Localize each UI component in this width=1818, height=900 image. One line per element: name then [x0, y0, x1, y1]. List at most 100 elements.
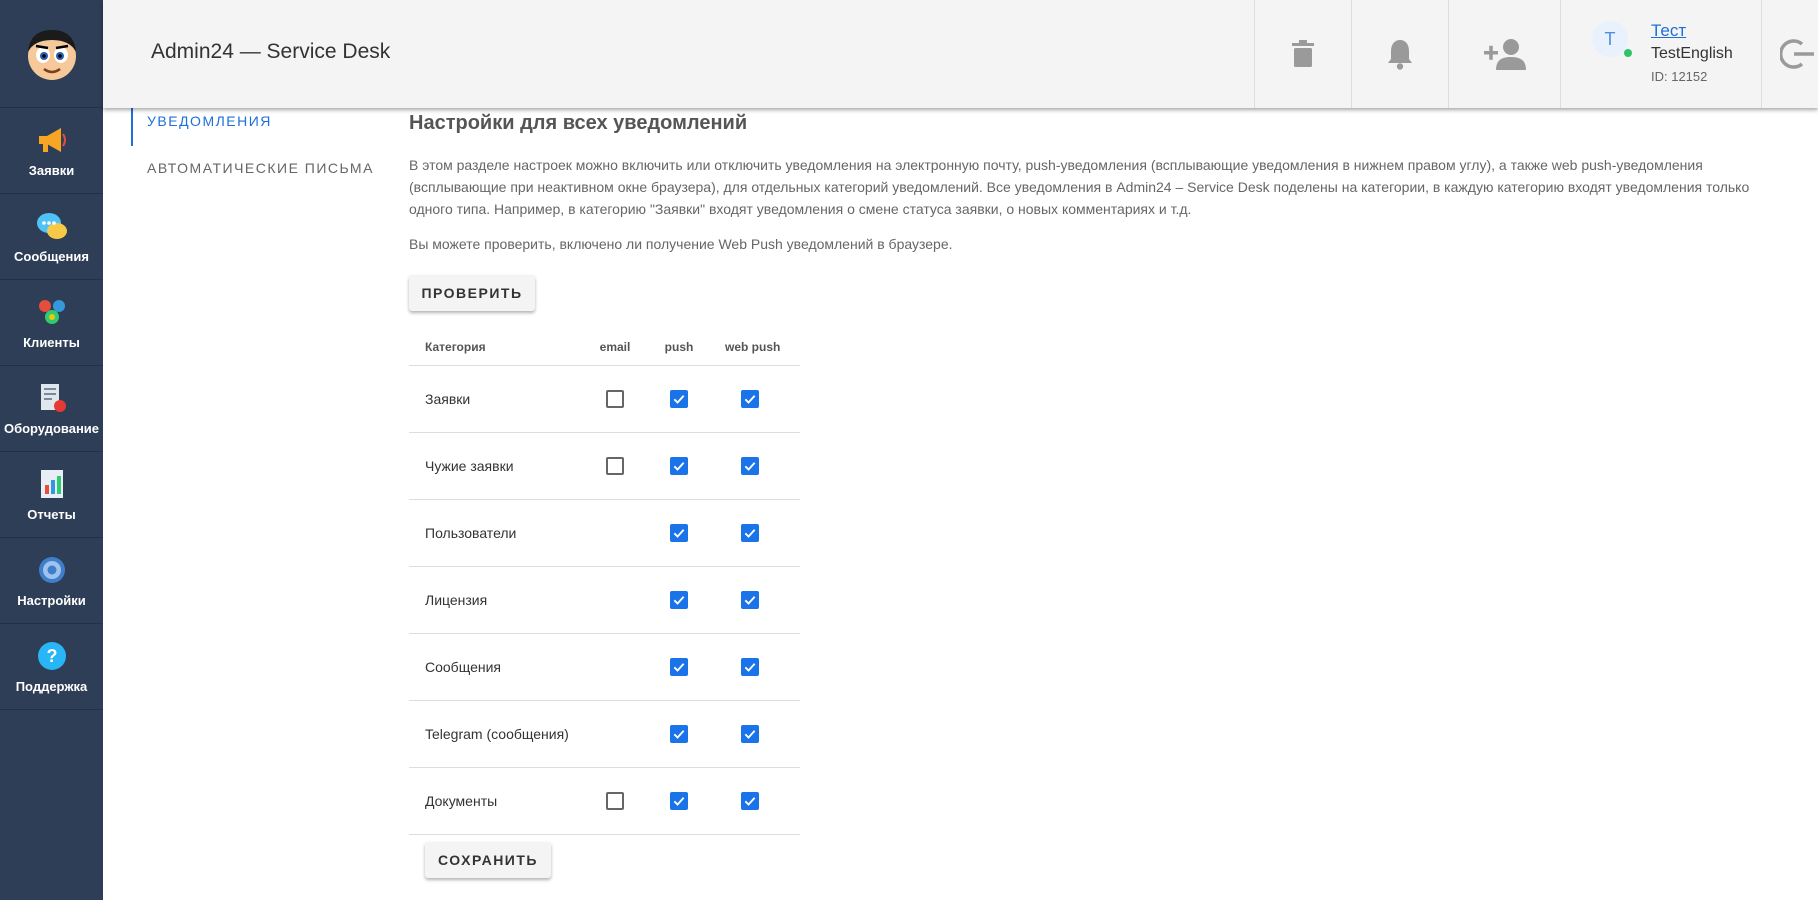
page-title: Настройки для всех уведомлений	[409, 112, 748, 134]
column-header-email: email	[583, 330, 647, 366]
cell-web-push	[711, 767, 800, 835]
logout-icon	[1780, 39, 1814, 69]
gear-icon	[35, 553, 69, 587]
check-button[interactable]: ПРОВЕРИТЬ	[409, 275, 535, 311]
category-name: Сообщения	[409, 633, 583, 701]
table-row: Пользователи	[409, 499, 800, 567]
sidebar-item-2[interactable]: Клиенты	[0, 280, 103, 366]
notifications-button[interactable]	[1351, 0, 1448, 108]
push-checkbox[interactable]	[670, 791, 688, 810]
add-user-icon	[1483, 39, 1526, 70]
header: Admin24 — Service Desk T Тест TestEnglis…	[103, 0, 1818, 108]
push-checkbox[interactable]	[670, 389, 688, 408]
table-row: Сообщения	[409, 633, 800, 701]
email-checkbox[interactable]	[606, 389, 624, 408]
megaphone-icon	[35, 123, 69, 157]
help-icon: ?	[35, 639, 69, 673]
save-button[interactable]: СОХРАНИТЬ	[425, 842, 551, 878]
sidebar-item-0[interactable]: Заявки	[0, 108, 103, 194]
cell-web-push	[711, 700, 800, 768]
category-name: Telegram (сообщения)	[409, 700, 583, 768]
delete-button[interactable]	[1254, 0, 1351, 108]
submenu-active-indicator	[131, 108, 133, 146]
web-push-checkbox[interactable]	[741, 590, 759, 609]
table-header-row: Категория email push web push	[409, 330, 800, 366]
cell-push	[647, 365, 711, 433]
reports-icon	[35, 467, 69, 501]
web-push-checkbox[interactable]	[741, 791, 759, 810]
notifications-table: Категория email push web push Заявки Чужи…	[409, 330, 800, 835]
category-name: Лицензия	[409, 566, 583, 634]
logo[interactable]	[0, 0, 103, 108]
description-text: В этом разделе настроек можно включить и…	[409, 157, 1750, 217]
web-push-checkbox[interactable]	[741, 389, 759, 408]
cell-web-push	[711, 499, 800, 567]
category-name: Документы	[409, 767, 583, 835]
submenu-item-auto-emails[interactable]: АВТОМАТИЧЕСКИЕ ПИСЬМА	[147, 160, 374, 176]
logout-button[interactable]	[1761, 0, 1818, 108]
cell-web-push	[711, 432, 800, 500]
table-row: Telegram (сообщения)	[409, 700, 800, 768]
cell-email	[583, 633, 647, 701]
email-checkbox[interactable]	[606, 791, 624, 810]
cell-push	[647, 700, 711, 768]
sidebar-item-1[interactable]: Сообщения	[0, 194, 103, 280]
cell-web-push	[711, 365, 800, 433]
user-name-link[interactable]: Тест	[1651, 21, 1686, 41]
cell-push	[647, 633, 711, 701]
sidebar-item-6[interactable]: ? Поддержка	[0, 624, 103, 710]
user-profile: T Тест TestEnglish ID: 12152	[1560, 0, 1760, 108]
push-checkbox[interactable]	[670, 456, 688, 475]
mascot-logo-icon	[27, 29, 76, 80]
cell-email	[583, 767, 647, 835]
sidebar: Заявки Сообщения Клиенты Оборудование Отчеты…	[0, 0, 103, 900]
email-checkbox[interactable]	[606, 456, 624, 475]
push-checkbox[interactable]	[670, 724, 688, 743]
sidebar-item-3[interactable]: Оборудование	[0, 366, 103, 452]
cell-email	[583, 365, 647, 433]
category-name: Пользователи	[409, 499, 583, 567]
web-push-checkbox[interactable]	[741, 657, 759, 676]
category-name: Заявки	[409, 365, 583, 433]
online-status-dot	[1624, 49, 1632, 57]
check-hint-text: Вы можете проверить, включено ли получен…	[409, 236, 953, 252]
app-title: Admin24 — Service Desk	[151, 40, 391, 63]
sidebar-item-label: Сообщения	[14, 249, 89, 264]
cell-email	[583, 566, 647, 634]
column-header-category: Категория	[409, 330, 583, 366]
table-row: Документы	[409, 767, 800, 835]
sidebar-item-4[interactable]: Отчеты	[0, 452, 103, 538]
push-checkbox[interactable]	[670, 657, 688, 676]
cell-email	[583, 432, 647, 500]
web-push-checkbox[interactable]	[741, 456, 759, 475]
sidebar-item-5[interactable]: Настройки	[0, 538, 103, 624]
column-header-push: push	[647, 330, 711, 366]
equipment-icon	[35, 381, 69, 415]
cell-email	[583, 499, 647, 567]
sidebar-item-label: Отчеты	[27, 507, 76, 522]
table-row: Лицензия	[409, 566, 800, 634]
user-login: TestEnglish	[1651, 45, 1733, 62]
sidebar-item-label: Поддержка	[15, 679, 88, 694]
sidebar-item-label: Оборудование	[3, 421, 100, 436]
avatar: T	[1592, 21, 1628, 57]
cell-email	[583, 700, 647, 768]
web-push-checkbox[interactable]	[741, 724, 759, 743]
cell-web-push	[711, 633, 800, 701]
push-checkbox[interactable]	[670, 523, 688, 542]
add-user-button[interactable]	[1448, 0, 1560, 108]
push-checkbox[interactable]	[670, 590, 688, 609]
cell-push	[647, 432, 711, 500]
table-row: Чужие заявки	[409, 432, 800, 500]
table-row: Заявки	[409, 365, 800, 433]
column-header-web-push: web push	[711, 330, 800, 366]
sidebar-item-label: Клиенты	[23, 335, 80, 350]
clients-icon	[35, 295, 69, 329]
user-id: ID: 12152	[1651, 69, 1708, 84]
sidebar-item-label: Заявки	[28, 163, 75, 178]
web-push-checkbox[interactable]	[741, 523, 759, 542]
submenu-item-notifications[interactable]: УВЕДОМЛЕНИЯ	[147, 113, 272, 129]
bell-icon	[1388, 40, 1412, 70]
cell-push	[647, 499, 711, 567]
cell-push	[647, 566, 711, 634]
